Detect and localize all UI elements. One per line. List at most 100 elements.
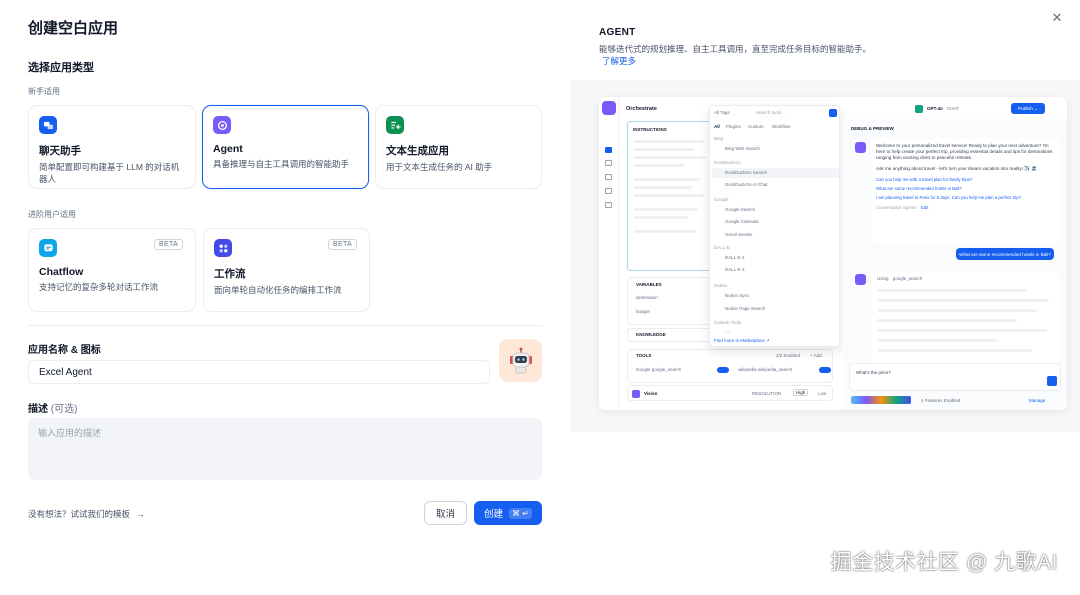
mock-group-label: Custom Tools xyxy=(714,320,742,325)
mock-tool-option: Google Calendar xyxy=(725,219,760,224)
watermark: 掘金技术社区 @ 九歌AI xyxy=(830,551,1058,574)
mock-text-line xyxy=(877,329,1047,332)
mock-text-line xyxy=(634,230,696,233)
mock-tools-count: 2/2 Enabled xyxy=(776,353,801,358)
mock-using-tool: Using google_search xyxy=(877,276,922,281)
mock-user-message: What are some recommended hotels in Bali… xyxy=(956,248,1054,260)
app-type-heading: 选择应用类型 xyxy=(28,62,94,74)
mock-input-text: What's the price? xyxy=(856,370,891,375)
mock-vision-icon xyxy=(632,390,640,398)
mock-orchestrate-title: Orchestrate xyxy=(626,106,657,112)
app-type-agent[interactable]: Agent 具备推理与自主工具调用的智能助手 xyxy=(202,105,369,189)
mock-chat-input: What's the price? xyxy=(849,363,1061,391)
mock-vision-box: Vision RESOLUTION High Low xyxy=(627,385,833,401)
cancel-button[interactable]: 取消 xyxy=(424,501,467,525)
mock-filter: Workflow xyxy=(772,124,791,129)
beta-badge: BETA xyxy=(154,239,183,250)
app-name-input[interactable]: Excel Agent xyxy=(28,360,490,384)
close-button[interactable]: ✕ xyxy=(1047,8,1067,28)
arrow-right-icon: → xyxy=(136,509,145,519)
learn-more-link[interactable]: 了解更多 xyxy=(602,55,636,67)
beta-badge: BETA xyxy=(328,239,357,250)
robot-icon xyxy=(509,347,532,373)
mock-dropdown-tags: All Tags xyxy=(714,110,730,115)
mock-dropdown-add-icon xyxy=(829,109,837,117)
mock-text-line xyxy=(634,148,694,151)
mock-welcome-text: Welcome to your personalized travel serv… xyxy=(876,143,1053,161)
close-icon: ✕ xyxy=(1051,10,1063,25)
mock-suggestion: What are some recommended hotels in Bali… xyxy=(876,185,962,191)
mock-text-line xyxy=(634,140,704,143)
mock-text-line xyxy=(877,289,1027,292)
mock-tools-label: TOOLS xyxy=(636,353,652,358)
mock-text-line xyxy=(877,339,997,342)
app-type-text-generator[interactable]: 文本生成应用 用于文本生成任务的 AI 助手 xyxy=(375,105,542,189)
mock-sidebar xyxy=(599,97,619,410)
mock-nav-icon xyxy=(605,160,612,166)
mock-nav-icon xyxy=(605,202,612,208)
mock-filter: Custom xyxy=(748,124,764,129)
mock-send-icon xyxy=(1047,376,1057,386)
mock-group-label: Google xyxy=(714,197,729,202)
mock-filter: Plugins xyxy=(726,124,741,129)
beginner-group-label: 新手适用 xyxy=(28,87,60,96)
mock-answer-bubble: Using google_search xyxy=(871,271,1059,363)
mock-variable-item: budget xyxy=(636,309,650,314)
mock-model-name: GPT-4o xyxy=(927,106,943,111)
mock-tool-dropdown: All Tags Search tools... All Plugins Cus… xyxy=(709,105,840,347)
mock-variables-label: VARIABLES xyxy=(636,282,662,287)
mock-tool-item: wikipedia wikipedia_search xyxy=(738,367,793,372)
mock-ask-text: Ask me anything about travel - let's tur… xyxy=(876,165,1038,171)
mock-text-line xyxy=(877,319,1017,322)
mock-tools-add: + Add xyxy=(810,353,822,358)
app-type-desc: 用于文本生成任务的 AI 助手 xyxy=(386,162,493,172)
optional-hint: (可选) xyxy=(50,404,78,415)
create-button-label: 创建 xyxy=(484,509,504,520)
app-type-desc: 具备推理与自主工具调用的智能助手 xyxy=(213,159,350,169)
workflow-icon xyxy=(214,239,232,257)
create-app-panel: 创建空白应用 选择应用类型 新手适用 聊天助手 简单配置即可构建基于 LLM 的… xyxy=(0,0,571,595)
mock-text-line xyxy=(877,299,1049,302)
description-textarea[interactable]: 输入应用的描述 xyxy=(28,418,542,480)
app-type-name: 聊天助手 xyxy=(39,145,81,157)
mock-manage-link: Manage xyxy=(1029,398,1046,403)
mock-bot-avatar xyxy=(855,274,866,285)
app-type-name: Chatflow xyxy=(39,266,84,278)
app-type-desc: 面向单轮自动化任务的编排工作流 xyxy=(214,285,342,295)
mock-res-high: High xyxy=(793,389,809,396)
mock-instructions-label: INSTRUCTIONS xyxy=(633,127,667,132)
mock-debug-title: DEBUG & PREVIEW xyxy=(851,126,894,131)
mock-knowledge-label: KNOWLEDGE xyxy=(636,332,666,337)
mock-text-line xyxy=(634,164,684,167)
app-type-desc: 支持记忆的复杂多轮对话工作流 xyxy=(39,282,159,292)
mock-group-label: Bing xyxy=(714,136,724,141)
agent-preview-screenshot: Orchestrate INSTRUCTIONS VARIABLES desti… xyxy=(599,97,1067,410)
chatflow-icon xyxy=(39,239,57,257)
app-type-name: 文本生成应用 xyxy=(386,145,449,157)
mock-group-label: Notion xyxy=(714,283,728,288)
mock-tool-option: .... xyxy=(725,328,731,333)
mock-opener-label: Conversation Opener xyxy=(876,204,917,210)
mock-text-line xyxy=(634,208,698,211)
mock-tool-option: DALL-E 2 xyxy=(725,255,745,260)
mock-tool-item: Google google_search xyxy=(636,367,682,372)
template-link-text: 没有想法？试试我们的模板 xyxy=(28,509,131,519)
mock-marketplace-link: Find more in Marketplace ↗ xyxy=(714,338,770,343)
app-type-chatflow[interactable]: BETA Chatflow 支持记忆的复杂多轮对话工作流 xyxy=(28,228,196,312)
app-type-workflow[interactable]: BETA 工作流 面向单轮自动化任务的编排工作流 xyxy=(203,228,370,312)
mock-text-line xyxy=(634,178,700,181)
description-label: 描述 (可选) xyxy=(28,400,77,415)
mock-tool-option: Notion Sync xyxy=(725,293,750,298)
template-link[interactable]: 没有想法？试试我们的模板 → xyxy=(28,508,145,520)
mock-model-icon xyxy=(915,105,923,113)
app-type-chat-assistant[interactable]: 聊天助手 简单配置即可构建基于 LLM 的对话机器人 xyxy=(28,105,196,189)
mock-suggestion: I am planning travel to Paris for 5 days… xyxy=(876,194,1021,200)
mock-nav-icon xyxy=(605,188,612,194)
create-button[interactable]: 创建 ⌘ ↵ xyxy=(474,501,542,525)
mock-tool-option: Bing Web Search xyxy=(725,146,760,151)
app-icon-picker[interactable] xyxy=(499,339,542,382)
section-divider xyxy=(28,325,542,326)
mock-tool-option: Notion Page Search xyxy=(725,306,766,311)
description-label-text: 描述 xyxy=(28,404,48,415)
mock-res-low: Low xyxy=(818,391,827,396)
